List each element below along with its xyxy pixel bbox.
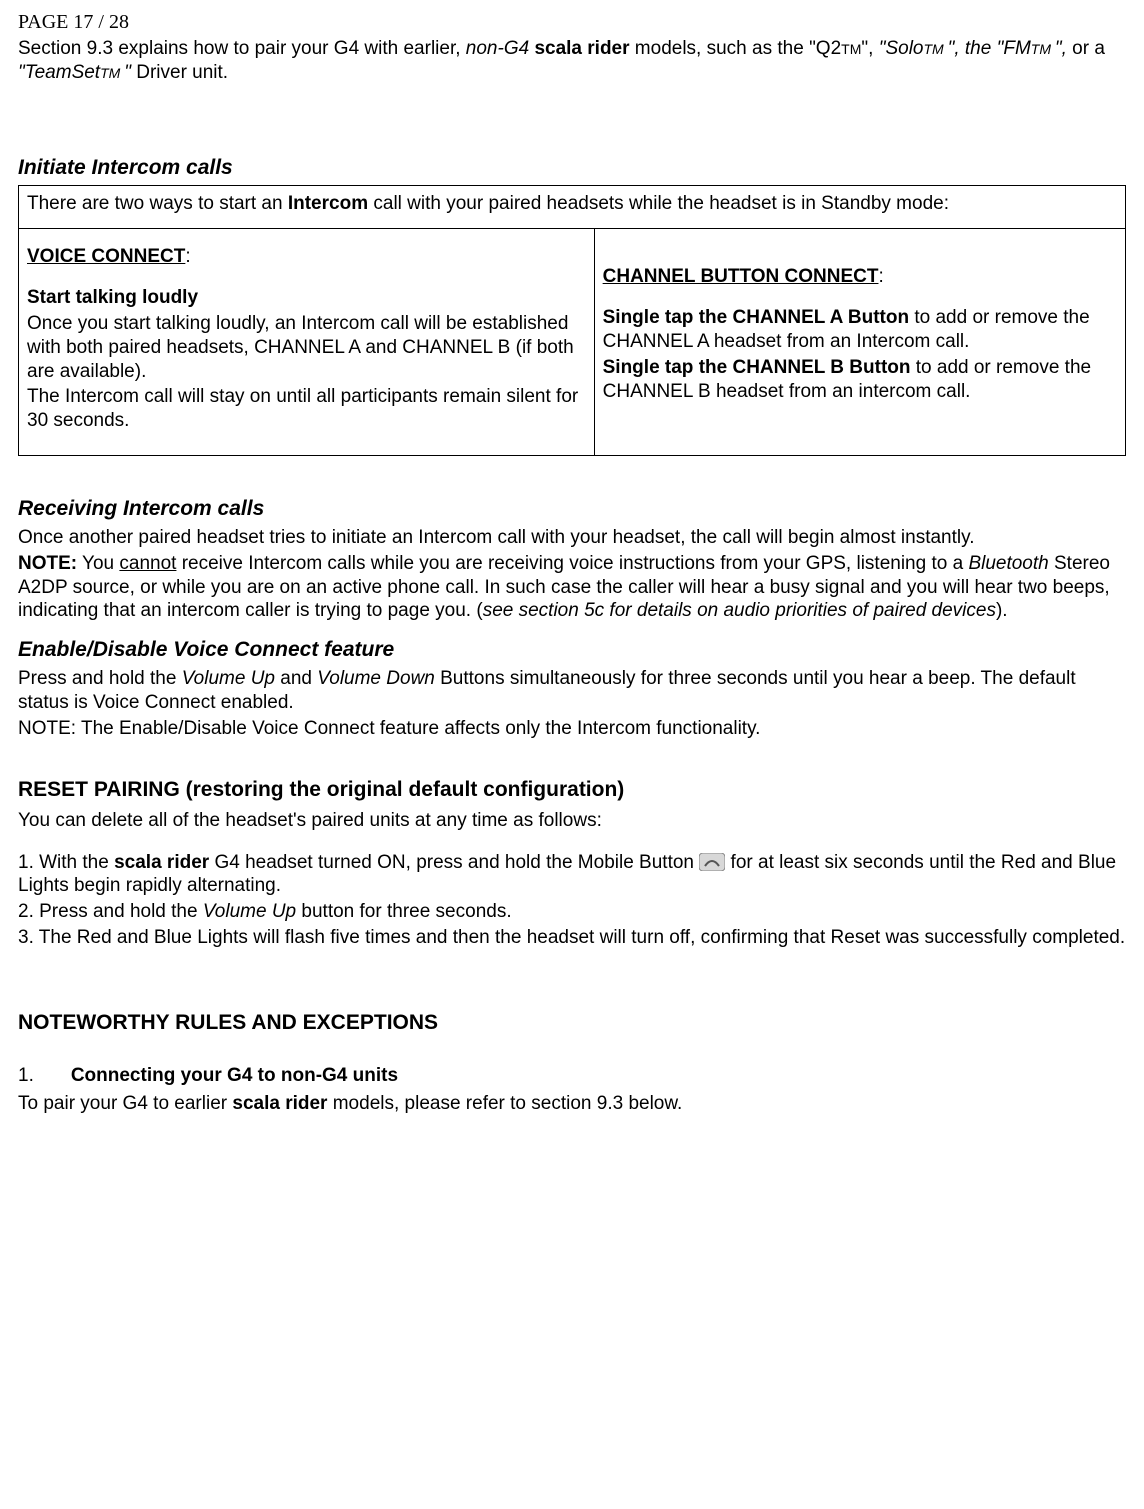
text: Section 9.3 explains how to pair your G4… [18, 38, 466, 59]
channel-button-title: CHANNEL BUTTON CONNECT [603, 266, 879, 287]
text: 1. With the [18, 852, 114, 873]
tm: TM [841, 41, 861, 57]
voice-connect-p2: The Intercom call will stay on until all… [27, 385, 586, 433]
text-italic: "TeamSet [18, 62, 100, 83]
text-italic: Volume Up [203, 901, 296, 922]
mobile-button-icon [699, 853, 725, 871]
text-italic: " [124, 62, 131, 83]
intercom-methods-table: There are two ways to start an Intercom … [18, 185, 1126, 456]
voice-connect-cell: VOICE CONNECT: Start talking loudly Once… [19, 228, 595, 455]
reset-intro: You can delete all of the headset's pair… [18, 809, 1126, 833]
text-italic: ", the "FM [948, 38, 1031, 59]
heading-reset-pairing: RESET PAIRING (restoring the original de… [18, 777, 1126, 803]
voice-connect-sub: Start talking loudly [27, 287, 198, 308]
text-bold: Single tap the CHANNEL A Button [603, 307, 909, 328]
text-bold: scala rider [534, 38, 629, 59]
reset-step-1: 1. With the scala rider G4 headset turne… [18, 851, 1126, 899]
text-italic: see section 5c for details on audio prio… [483, 600, 996, 621]
text: button for three seconds. [296, 901, 511, 922]
text-italic: non-G4 [466, 38, 529, 59]
noteworthy-item-1-title: 1. Connecting your G4 to non-G4 units [18, 1064, 1126, 1088]
text: and [275, 668, 317, 689]
enable-p: Press and hold the Volume Up and Volume … [18, 667, 1126, 715]
text: To pair your G4 to earlier [18, 1093, 232, 1114]
heading-enable-disable: Enable/Disable Voice Connect feature [18, 637, 1126, 663]
tm: TM [1031, 41, 1055, 57]
intro-paragraph: Section 9.3 explains how to pair your G4… [18, 37, 1126, 85]
text-italic: Volume Down [317, 668, 435, 689]
voice-connect-p1: Once you start talking loudly, an Interc… [27, 312, 586, 383]
text: There are two ways to start an [27, 193, 288, 214]
page-number: PAGE 17 / 28 [18, 10, 1126, 35]
text-bold: Intercom [288, 193, 368, 214]
text-italic: ", [1055, 38, 1067, 59]
text: 2. Press and hold the [18, 901, 203, 922]
enable-note: NOTE: The Enable/Disable Voice Connect f… [18, 717, 1126, 741]
note-label: NOTE: [18, 553, 77, 574]
reset-step-3: 3. The Red and Blue Lights will flash fi… [18, 926, 1126, 950]
tm: TM [100, 65, 124, 81]
voice-connect-title: VOICE CONNECT [27, 246, 185, 267]
table-intro-cell: There are two ways to start an Intercom … [19, 185, 1126, 228]
text: call with your paired headsets while the… [368, 193, 949, 214]
text-bold: Single tap the CHANNEL B Button [603, 357, 911, 378]
text-underline: cannot [119, 553, 176, 574]
channel-button-cell: CHANNEL BUTTON CONNECT: Single tap the C… [594, 228, 1125, 455]
text: models, such as the "Q2 [630, 38, 842, 59]
noteworthy-item-1-body: To pair your G4 to earlier scala rider m… [18, 1092, 1126, 1116]
text-italic: "Solo [879, 38, 924, 59]
text-bold: scala rider [114, 852, 209, 873]
text: models, please refer to section 9.3 belo… [327, 1093, 682, 1114]
text-bold: scala rider [232, 1093, 327, 1114]
text: Driver unit. [131, 62, 228, 83]
text: G4 headset turned ON, press and hold the… [209, 852, 699, 873]
heading-noteworthy: NOTEWORTHY RULES AND EXCEPTIONS [18, 1010, 1126, 1036]
receiving-note: NOTE: You cannot receive Intercom calls … [18, 552, 1126, 623]
colon: : [878, 266, 883, 287]
reset-step-2: 2. Press and hold the Volume Up button f… [18, 900, 1126, 924]
receiving-p1: Once another paired headset tries to ini… [18, 526, 1126, 550]
text: ). [996, 600, 1008, 621]
text-bold: Connecting your G4 to non-G4 units [71, 1065, 398, 1086]
text-italic: Volume Up [182, 668, 275, 689]
text: or a [1067, 38, 1105, 59]
text: Press and hold the [18, 668, 182, 689]
list-number: 1. [18, 1065, 34, 1086]
heading-initiate-intercom: Initiate Intercom calls [18, 155, 1126, 181]
text-italic: Bluetooth [968, 553, 1048, 574]
text: ", [861, 38, 878, 59]
text: receive Intercom calls while you are rec… [176, 553, 968, 574]
tm: TM [923, 41, 947, 57]
heading-receiving-intercom: Receiving Intercom calls [18, 496, 1126, 522]
colon: : [185, 246, 190, 267]
text: You [77, 553, 119, 574]
